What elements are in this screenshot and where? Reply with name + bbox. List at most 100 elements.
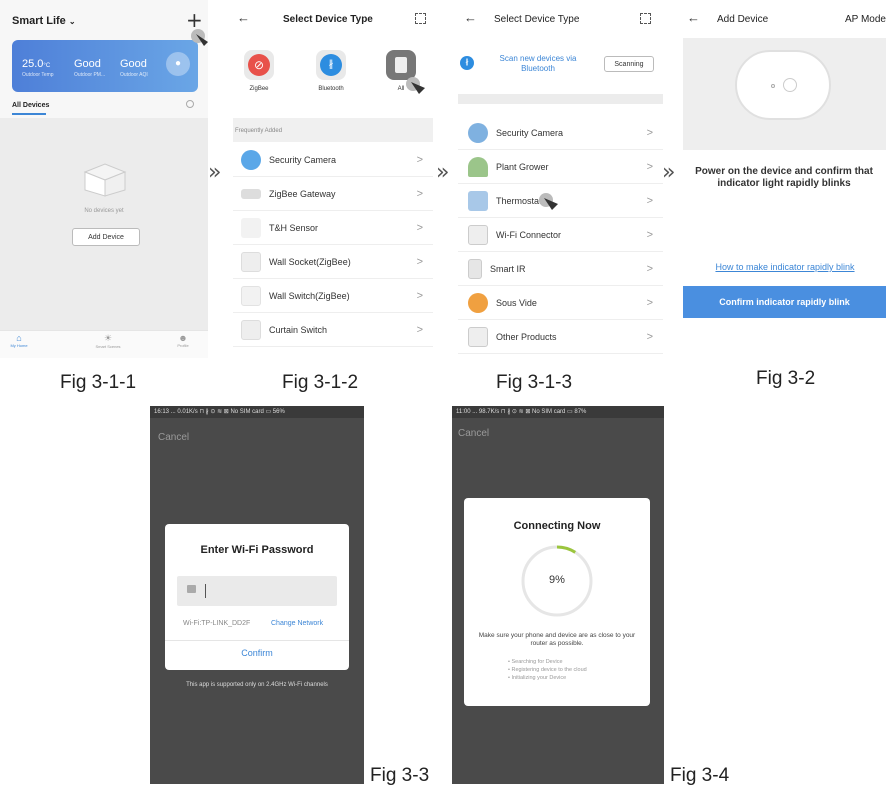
item-label: Plant Grower xyxy=(496,161,549,172)
page-title: Add Device xyxy=(717,14,769,25)
list-item[interactable]: Wi-Fi Connector > xyxy=(458,218,663,252)
cancel-link[interactable]: Cancel xyxy=(158,432,189,443)
nav-my-home[interactable]: ⌂ My Home xyxy=(4,333,34,348)
back-arrow-icon[interactable]: ← xyxy=(237,10,250,25)
chevron-right-icon: > xyxy=(416,255,423,268)
list-item[interactable]: Plant Grower > xyxy=(458,150,663,184)
protocol-bluetooth[interactable]: ∦ Bluetooth xyxy=(311,50,351,92)
wifi-network-label: Wi-Fi:TP-LINK_DD2F xyxy=(183,620,251,627)
settings-icon[interactable] xyxy=(186,100,194,108)
list-item[interactable]: Wall Switch(ZigBee) > xyxy=(233,279,433,313)
profile-icon: ☻ xyxy=(178,333,188,343)
curtain-icon xyxy=(241,319,261,340)
step-item: • Searching for Device xyxy=(508,659,563,665)
screen-connecting: 11:00 ... 98.7K/s ⊓ ∦ ⊙ ≋ ⊠ No SIM card … xyxy=(452,406,664,784)
aqi-label: Outdoor AQI xyxy=(120,72,148,78)
item-label: Security Camera xyxy=(269,154,337,165)
zigbee-icon: ⊘ xyxy=(244,50,274,80)
next-arrow-icon: » xyxy=(208,160,222,185)
status-bar: 11:00 ... 98.7K/s ⊓ ∦ ⊙ ≋ ⊠ No SIM card … xyxy=(452,406,664,418)
help-link[interactable]: How to make indicator rapidly blink xyxy=(691,262,879,272)
mode-text: AP Mode xyxy=(845,14,886,25)
list-item[interactable]: Curtain Switch > xyxy=(233,313,433,347)
screen-add-device: ← Add Device AP Mode Power on the device… xyxy=(683,0,886,358)
item-label: Wall Socket(ZigBee) xyxy=(269,256,351,267)
hand-pointer-icon xyxy=(406,77,425,94)
list-item[interactable]: Security Camera > xyxy=(458,116,663,150)
item-label: ZigBee Gateway xyxy=(269,188,336,199)
chevron-right-icon: > xyxy=(646,228,653,241)
device-illustration xyxy=(683,38,886,150)
scan-icon[interactable] xyxy=(640,13,651,24)
divider-bar xyxy=(458,94,663,104)
camera-icon xyxy=(241,149,261,170)
mode-label[interactable]: AP Mode xyxy=(845,14,886,25)
proximity-tip: Make sure your phone and device are as c… xyxy=(478,632,636,647)
temp-value: 25.0 xyxy=(22,58,44,70)
section-header: Frequently Added xyxy=(233,118,433,142)
other-products-icon xyxy=(468,326,488,347)
bottom-nav: ⌂ My Home ☀ Smart Scenes ☻ Profile xyxy=(0,330,208,358)
tab-label: All Devices xyxy=(12,102,50,109)
confirm-button[interactable]: Confirm xyxy=(165,648,349,658)
chevron-right-icon: > xyxy=(416,289,423,302)
thermostat-icon xyxy=(468,190,488,211)
protocol-zigbee[interactable]: ⊘ ZigBee xyxy=(241,50,277,92)
nav-profile[interactable]: ☻ Profile xyxy=(168,333,198,348)
page-title[interactable]: Smart Life ⌄ xyxy=(12,15,76,27)
step-list: • Searching for Device • Registering dev… xyxy=(508,658,587,682)
weather-pm: Good Outdoor PM... xyxy=(74,54,122,78)
list-item[interactable]: ZigBee Gateway > xyxy=(233,177,433,211)
password-input[interactable] xyxy=(177,576,337,606)
gateway-icon xyxy=(241,188,261,199)
chevron-down-icon: ⌄ xyxy=(68,17,76,26)
aqi-value: Good xyxy=(120,58,147,70)
progress-percent: 9% xyxy=(549,574,565,586)
connecting-dialog: Connecting Now 9% Make sure your phone a… xyxy=(464,498,650,706)
figure-caption: Fig 3-1-3 xyxy=(496,372,573,393)
protocol-label: Bluetooth xyxy=(318,86,344,92)
nav-label: My Home xyxy=(10,343,28,348)
chevron-right-icon: > xyxy=(416,153,423,166)
item-label: Thermostat xyxy=(496,195,542,206)
tab-all-devices[interactable]: All Devices xyxy=(12,102,49,115)
back-arrow-icon[interactable]: ← xyxy=(687,10,700,25)
list-item[interactable]: Smart IR > xyxy=(458,252,663,286)
nav-smart-scenes[interactable]: ☀ Smart Scenes xyxy=(88,333,128,349)
pm-value: Good xyxy=(74,58,101,70)
scanning-button[interactable]: Scanning xyxy=(604,56,654,72)
microphone-icon[interactable]: ● xyxy=(166,52,190,76)
list-item[interactable]: Sous Vide > xyxy=(458,286,663,320)
sun-icon: ☀ xyxy=(103,333,113,343)
cancel-link[interactable]: Cancel xyxy=(458,428,489,439)
screen-home: Smart Life ⌄ + 25.0°C Outdoor Temp Good Ou… xyxy=(0,0,208,358)
chevron-right-icon: > xyxy=(646,330,653,343)
list-item[interactable]: Security Camera > xyxy=(233,143,433,177)
list-item[interactable]: Other Products > xyxy=(458,320,663,354)
pm-label: Outdoor PM... xyxy=(74,72,106,78)
sensor-icon xyxy=(241,217,261,238)
item-label: T&H Sensor xyxy=(269,222,319,233)
item-label: Sous Vide xyxy=(496,297,537,308)
page-title: Select Device Type xyxy=(283,14,373,25)
scan-icon[interactable] xyxy=(415,13,426,24)
switch-icon xyxy=(241,285,261,306)
item-label: Wi-Fi Connector xyxy=(496,229,562,240)
add-device-button[interactable]: Add Device xyxy=(72,228,140,246)
list-item[interactable]: T&H Sensor > xyxy=(233,211,433,245)
screen-wifi-password: 16:13 ... 0.01K/s ⊓ ∦ ⊙ ≋ ⊠ No SIM card … xyxy=(150,406,364,784)
dialog-title: Enter Wi-Fi Password xyxy=(200,544,314,556)
back-arrow-icon[interactable]: ← xyxy=(464,10,477,25)
change-network-link[interactable]: Change Network xyxy=(271,620,323,627)
device-area: No devices yet Add Device xyxy=(0,118,208,330)
weather-temp: 25.0°C Outdoor Temp xyxy=(22,54,70,78)
bluetooth-icon: ∦ xyxy=(316,50,346,80)
figure-caption: Fig 3-1-1 xyxy=(60,372,137,393)
item-label: Other Products xyxy=(496,331,557,342)
confirm-blink-button[interactable]: Confirm indicator rapidly blink xyxy=(683,286,886,318)
screen-select-device-type: ← Select Device Type ⊘ ZigBee ∦ Bluetoot… xyxy=(233,0,433,358)
indicator-light-icon xyxy=(771,84,775,88)
chevron-right-icon: > xyxy=(646,160,653,173)
list-item[interactable]: Wall Socket(ZigBee) > xyxy=(233,245,433,279)
item-label: Curtain Switch xyxy=(269,324,328,335)
